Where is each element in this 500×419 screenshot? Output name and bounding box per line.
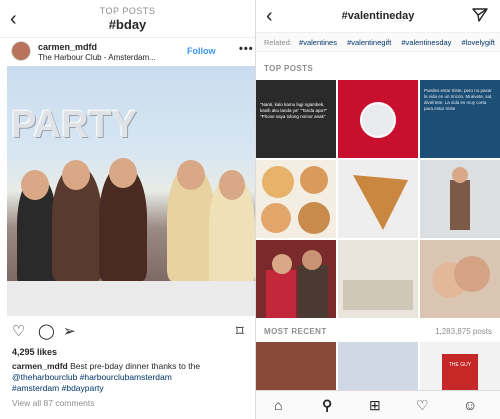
comment-icon[interactable]: ◯ bbox=[38, 322, 55, 340]
post-header: carmen_mdfd The Harbour Club - Amsterdam… bbox=[0, 38, 255, 66]
most-recent-grid: THE GUY bbox=[256, 342, 500, 390]
post-photo[interactable]: PARTY bbox=[7, 66, 255, 316]
ring-box-image bbox=[360, 102, 396, 138]
most-recent-label: MOST RECENT bbox=[264, 327, 327, 336]
profile-icon[interactable]: ☺ bbox=[463, 397, 477, 413]
header-subtitle: TOP POSTS bbox=[99, 6, 156, 16]
search-icon[interactable]: ⚲ bbox=[322, 397, 332, 414]
person-2-head bbox=[62, 160, 90, 190]
balloon-letters: PARTY bbox=[11, 104, 137, 146]
bookmark-icon[interactable]: ⌑ bbox=[236, 322, 244, 340]
left-panel: ‹ TOP POSTS #bday carmen_mdfd The Harbou… bbox=[0, 0, 255, 419]
grid-tile[interactable] bbox=[338, 80, 418, 158]
tile-text: Puedes estar triste, pero no pasar la vi… bbox=[424, 88, 493, 111]
grid-tile[interactable] bbox=[256, 160, 336, 238]
bottom-nav: ⌂ ⚲ ⊞ ♡ ☺ bbox=[256, 390, 500, 419]
top-posts-label: TOP POSTS bbox=[264, 64, 314, 73]
add-post-icon[interactable]: ⊞ bbox=[369, 397, 381, 414]
post-location[interactable]: The Harbour Club - Amsterdam... bbox=[38, 53, 156, 62]
hashtag-header: ‹ #valentineday bbox=[256, 0, 500, 32]
caption-mention[interactable]: @theharbourclub bbox=[12, 372, 77, 382]
view-comments-link[interactable]: View all 87 comments bbox=[12, 398, 95, 408]
hashtag-title: #bday bbox=[108, 17, 147, 32]
top-posts-grid: "Nanti, kalo kamu lagi ngambek, kasih ak… bbox=[256, 80, 500, 318]
related-label: Related: bbox=[264, 38, 292, 47]
home-icon[interactable]: ⌂ bbox=[274, 397, 282, 413]
grid-tile[interactable]: Puedes estar triste, pero no pasar la vi… bbox=[420, 80, 500, 158]
grid-tile[interactable] bbox=[420, 160, 500, 238]
dinner-table bbox=[7, 281, 255, 316]
related-hashtag[interactable]: #valentinesday bbox=[401, 38, 451, 47]
tshirt-text: THE GUY bbox=[442, 354, 478, 390]
person-4-head bbox=[177, 160, 205, 190]
grid-tile[interactable] bbox=[338, 342, 418, 390]
post-count: 1,283,875 posts bbox=[435, 327, 492, 336]
person-1-head bbox=[21, 170, 49, 200]
grid-tile[interactable] bbox=[338, 240, 418, 318]
like-count[interactable]: 4,295 likes bbox=[12, 347, 57, 357]
grid-tile[interactable] bbox=[256, 240, 336, 318]
heart-icon[interactable]: ♡ bbox=[12, 322, 25, 340]
person-image bbox=[450, 167, 470, 230]
hashtag-title: #valentineday bbox=[341, 10, 415, 22]
share-icon[interactable]: ➢ bbox=[63, 322, 76, 340]
caption-hashtag[interactable]: #amsterdam bbox=[12, 383, 59, 393]
pizza-image bbox=[261, 166, 330, 234]
grid-tile[interactable] bbox=[338, 160, 418, 238]
person-5-head bbox=[219, 170, 245, 200]
grid-tile[interactable]: THE GUY bbox=[420, 342, 500, 390]
avatar[interactable] bbox=[11, 41, 31, 61]
person-3-head bbox=[109, 158, 137, 188]
post-caption: carmen_mdfd Best pre-bday dinner thanks … bbox=[12, 361, 250, 394]
send-icon[interactable] bbox=[472, 7, 488, 23]
kiss-image bbox=[432, 256, 490, 298]
event-image bbox=[343, 280, 413, 310]
pizza-slice-image bbox=[353, 175, 408, 230]
activity-heart-icon[interactable]: ♡ bbox=[416, 397, 429, 414]
grid-tile[interactable] bbox=[420, 240, 500, 318]
top-posts-header: ‹ TOP POSTS #bday bbox=[0, 0, 255, 38]
caption-username[interactable]: carmen_mdfd bbox=[12, 361, 68, 371]
tile-text: "Nanti, kalo kamu lagi ngambek, kasih ak… bbox=[260, 102, 328, 119]
caption-hashtag[interactable]: #bdayparty bbox=[59, 383, 104, 393]
related-hashtag[interactable]: #valentines bbox=[299, 38, 337, 47]
right-panel: ‹ #valentineday Related: #valentines #va… bbox=[256, 0, 500, 419]
post-actions: ♡ ◯ ➢ ⌑ bbox=[0, 320, 255, 344]
related-hashtags-bar: Related: #valentines #valentinegift #val… bbox=[256, 32, 500, 52]
more-options-icon[interactable]: ••• bbox=[239, 43, 254, 55]
related-hashtag[interactable]: #valentinegift bbox=[347, 38, 391, 47]
caption-text: Best pre-bday dinner thanks to the bbox=[67, 361, 201, 371]
caption-hashtag[interactable]: #harbourclubamsterdam bbox=[77, 372, 172, 382]
grid-tile[interactable]: "Nanti, kalo kamu lagi ngambek, kasih ak… bbox=[256, 80, 336, 158]
follow-button[interactable]: Follow bbox=[187, 46, 216, 56]
grid-tile[interactable] bbox=[256, 342, 336, 390]
post-username[interactable]: carmen_mdfd bbox=[38, 42, 97, 52]
couple-image bbox=[256, 240, 336, 318]
related-hashtag[interactable]: #lovelygift bbox=[462, 38, 495, 47]
